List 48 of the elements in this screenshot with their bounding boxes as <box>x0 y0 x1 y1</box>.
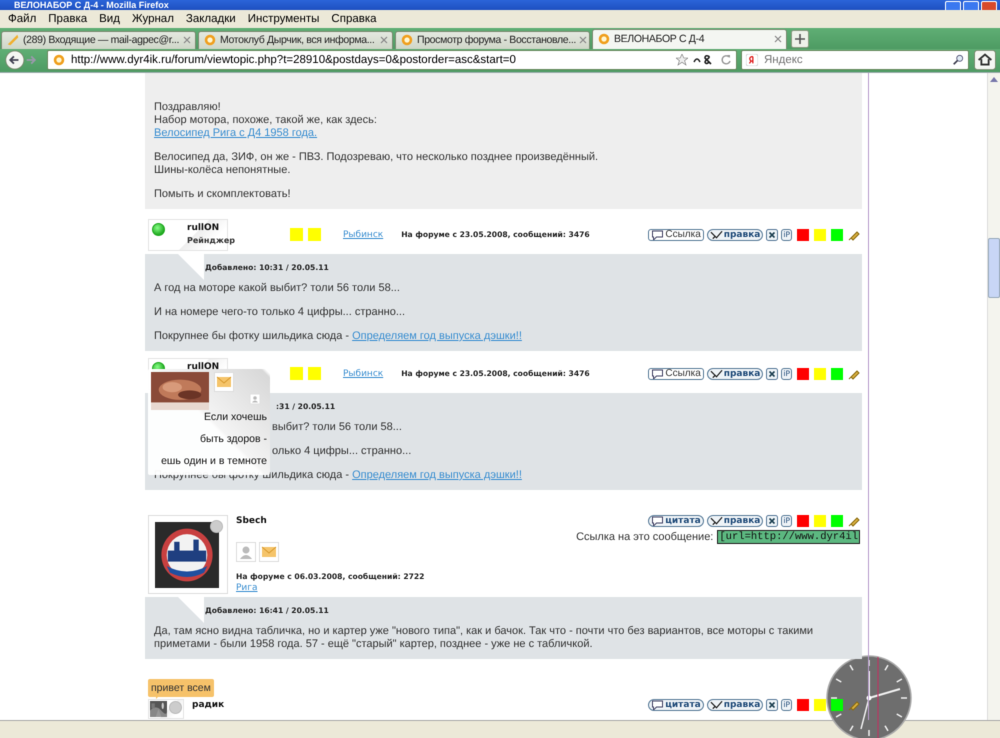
author-name[interactable]: Sbech <box>236 516 424 526</box>
post-text: Поздравляю! Набор мотора, похоже, такой же, как здесь: <box>154 100 377 126</box>
author-name[interactable]: радик <box>192 700 224 710</box>
tab-title: (289) Входящие — mail-agpec@r... <box>23 34 180 46</box>
permalink-label: Ссылка на это сообщение: <box>576 530 714 543</box>
quote-button[interactable]: цитата <box>648 698 704 711</box>
author-name[interactable]: rullON <box>187 362 220 372</box>
menu-item[interactable]: Справка <box>325 12 383 25</box>
quote-button[interactable]: цитата <box>648 514 704 527</box>
post-text: А год на моторе какой выбит? толи 56 толи 58... <box>154 282 400 294</box>
permalink-field[interactable]: [url=http://www.dyr4il <box>717 530 860 544</box>
post-text: Помыть и скомплектовать! <box>154 188 291 200</box>
post-text: олько 4 цифры... странно... <box>272 444 412 457</box>
city-link[interactable]: Рыбинск <box>343 230 384 240</box>
browser-tab[interactable]: ВЕЛОНАБОР С Д-4 <box>592 28 787 49</box>
url-text: http://www.dyr4ik.ru/forum/viewtopic.php?t=28910&postdays=0&postorder=asc&start=0 <box>71 54 516 66</box>
link-button[interactable]: Ссылка <box>648 368 704 380</box>
edit-button[interactable]: правка <box>706 228 764 241</box>
menu-item[interactable]: Журнал <box>126 12 180 25</box>
tab-title: ВЕЛОНАБОР С Д-4 <box>614 33 706 46</box>
menu-item[interactable]: Закладки <box>180 12 242 25</box>
search-field[interactable]: Яндекс <box>741 50 969 70</box>
post-text: Велосипед да, ЗИФ, он же - ПВЗ. Подозреваю, что несколько позднее произведённый. Шины-колёса непонятные. <box>154 150 598 176</box>
author-rank: Рейнджер <box>187 236 235 245</box>
post-text: Покрупнее бы фотку шильдика сюда - <box>154 330 350 342</box>
edit-button[interactable]: правка <box>706 368 764 380</box>
tab-title: Просмотр форума - Восстановле... <box>417 34 576 46</box>
menu-item[interactable]: Вид <box>93 12 126 25</box>
browser-tab[interactable]: (289) Входящие — mail-agpec@r... <box>1 30 196 49</box>
menu-item[interactable]: Правка <box>42 12 94 25</box>
post-text: Да, там ясно видна табличка, но и картер уже "нового типа", как и бачок. Так что - почти что без вариантов, все моторы с такими приметами - были 1958 года. 57 - ещё "старый" картер, позднее - уже не с табличкой. <box>154 624 814 650</box>
edit-button[interactable]: правка <box>706 514 764 527</box>
post-text: выбит? толи 56 толи 58... <box>272 420 402 433</box>
post-text: И на номере чего-то только 4 цифры... странно... <box>154 306 406 318</box>
city-link[interactable]: Рига <box>236 582 424 593</box>
browser-tab[interactable]: Мотоклуб Дырчик, вся информа... <box>198 30 393 49</box>
address-field[interactable]: http://www.dyr4ik.ru/forum/viewtopic.php?t=28910&postdays=0&postorder=asc&start=0 <box>47 50 737 70</box>
post-text: Покрупнее бы фотку шильдика сюда - <box>154 468 350 481</box>
window-title: ВЕЛОНАБОР С Д-4 - Mozilla Firefox <box>13 0 169 10</box>
author-name[interactable]: rullON <box>187 222 235 233</box>
link-button[interactable]: Ссылка <box>648 228 704 241</box>
menu-item[interactable]: Файл <box>2 12 42 25</box>
browser-tab[interactable]: Просмотр форума - Восстановле... <box>395 30 590 49</box>
card-caption: Если хочешь быть здоров - ешь один и в темноте <box>160 410 267 469</box>
city-link[interactable]: Рыбинск <box>343 368 384 379</box>
edit-button[interactable]: правка <box>706 698 764 711</box>
tab-title: Мотоклуб Дырчик, вся информа... <box>220 34 376 46</box>
menu-item[interactable]: Инструменты <box>242 12 326 25</box>
